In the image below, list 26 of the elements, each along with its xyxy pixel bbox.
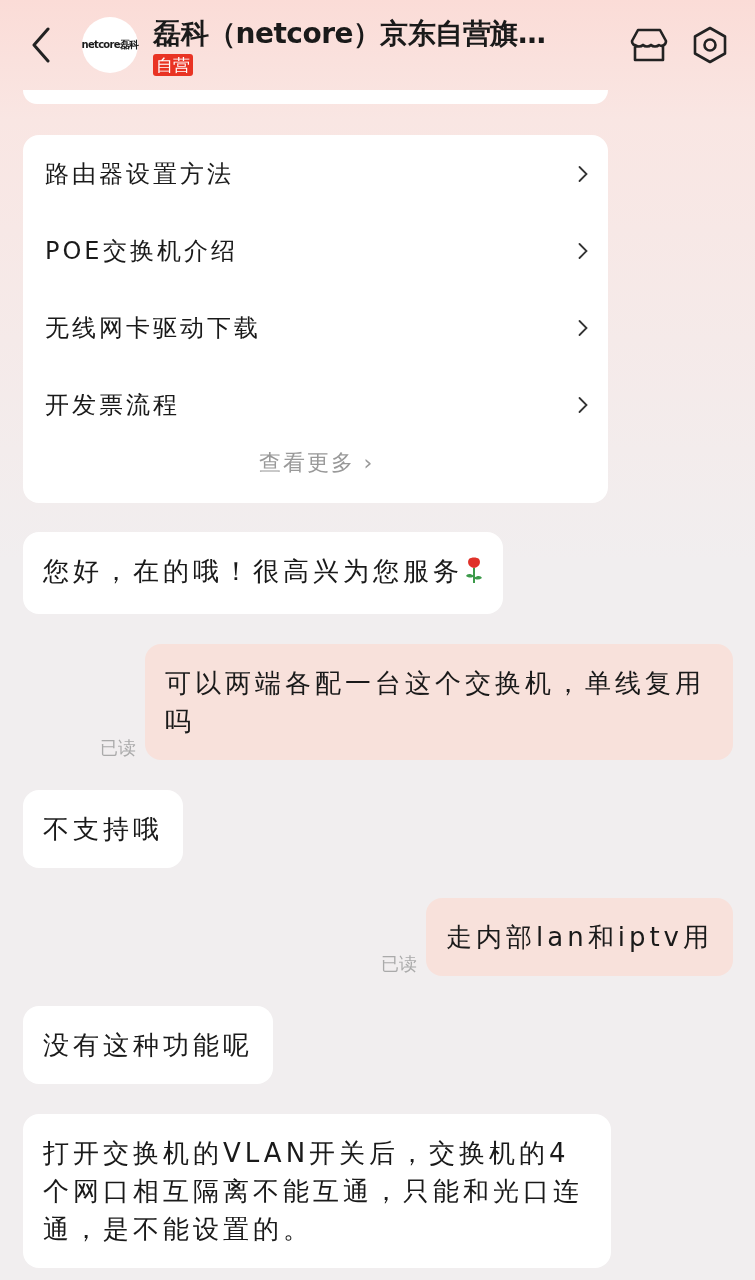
- shop-title: 磊科（netcore）京东自营旗…: [153, 16, 546, 52]
- chevron-icon: [578, 395, 588, 414]
- chevron-icon: [578, 164, 588, 183]
- store-icon[interactable]: [629, 27, 669, 63]
- menu-label: POE交换机介绍: [45, 235, 238, 267]
- menu-item[interactable]: 路由器设置方法: [45, 135, 588, 212]
- message-text: 可以两端各配一台这个交换机，单线复用吗: [165, 668, 705, 736]
- message-text: 没有这种功能呢: [43, 1030, 253, 1060]
- message-text: 您好，在的哦！很高兴为您服务: [43, 556, 463, 586]
- menu-label: 开发票流程: [45, 389, 180, 421]
- settings-icon[interactable]: [691, 26, 729, 64]
- shop-logo[interactable]: netcore磊科: [82, 17, 138, 73]
- chevron-icon: [578, 318, 588, 337]
- menu-item[interactable]: POE交换机介绍: [45, 212, 588, 289]
- message-text: 打开交换机的VLAN开关后，交换机的4个网口相互隔离不能互通，只能和光口连通，是不能设置的。: [43, 1138, 583, 1244]
- menu-item[interactable]: 开发票流程: [45, 366, 588, 443]
- menu-label: 无线网卡驱动下载: [45, 312, 261, 344]
- read-status: 已读: [100, 736, 136, 760]
- menu-item[interactable]: 无线网卡驱动下载: [45, 289, 588, 366]
- menu-label: 路由器设置方法: [45, 158, 234, 190]
- message-text: 不支持哦: [43, 814, 163, 844]
- read-status: 已读: [381, 952, 418, 976]
- back-icon[interactable]: [30, 27, 52, 63]
- message-text: 走内部lan和iptv用: [446, 922, 713, 952]
- chevron-icon: [578, 241, 588, 260]
- self-operated-badge: 自营: [153, 54, 193, 76]
